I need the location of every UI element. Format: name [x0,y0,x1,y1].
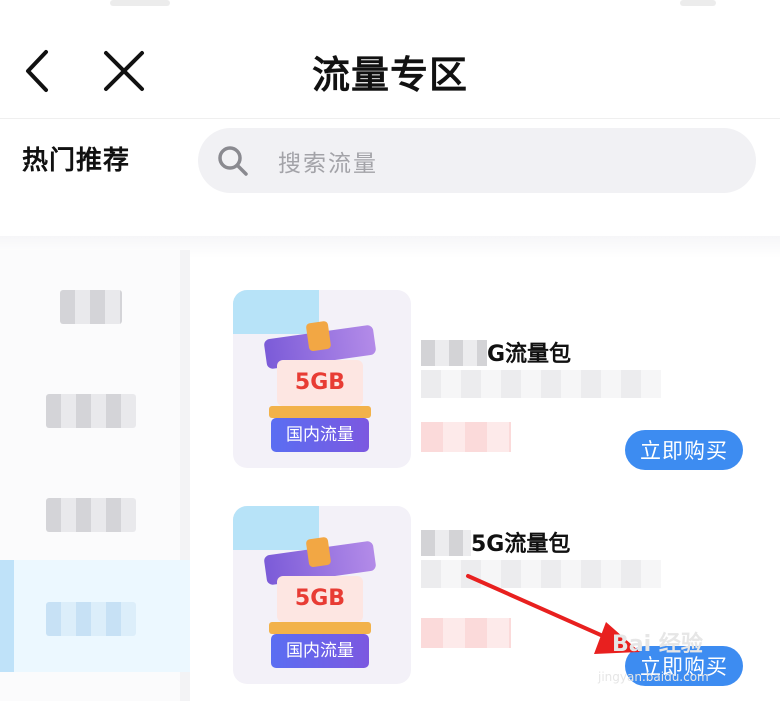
sidebar-active-indicator [0,560,14,672]
volume-label: 5GB [277,576,363,622]
gift-box-illustration: 5GB 国内流量 [263,324,377,454]
product-description-blurred [421,370,661,398]
product-card[interactable]: 5GB 国内流量 G流量包 立即购买 [205,284,780,479]
domestic-badge: 国内流量 [271,418,369,452]
gift-stand [269,622,371,634]
buy-now-button[interactable]: 立即购买 [625,430,743,470]
product-image: 5GB 国内流量 [233,290,411,468]
hot-recommend-label: 热门推荐 [22,146,131,176]
search-input[interactable]: 搜索流量 [198,128,756,193]
blurred-text [421,530,471,556]
product-price-blurred [421,422,511,452]
product-description-blurred [421,560,661,588]
product-name-text: 5G流量包 [471,532,571,557]
search-placeholder: 搜索流量 [278,151,378,177]
product-image: 5GB 国内流量 [233,506,411,684]
product-name: G流量包 [421,336,572,367]
page-title: 流量专区 [311,53,468,97]
product-name: 5G流量包 [421,526,571,557]
gift-box-illustration: 5GB 国内流量 [263,540,377,670]
sidebar-item-active[interactable] [46,602,136,636]
search-icon [218,146,248,176]
sidebar-item[interactable] [60,290,122,324]
domestic-badge: 国内流量 [271,634,369,668]
product-price-blurred [421,618,511,648]
sidebar-item[interactable] [46,498,136,532]
volume-label: 5GB [277,360,363,406]
blurred-text [421,340,487,366]
product-name-text: G流量包 [487,342,572,367]
nav-bar: 流量专区 [0,0,780,119]
watermark-logo: Bai 经验 [612,632,703,657]
gift-stand [269,406,371,418]
sidebar-item[interactable] [46,394,136,428]
product-card[interactable]: 5GB 国内流量 5G流量包 立即购买 [205,500,780,695]
watermark-url: jingyan.baidu.com [598,670,709,684]
